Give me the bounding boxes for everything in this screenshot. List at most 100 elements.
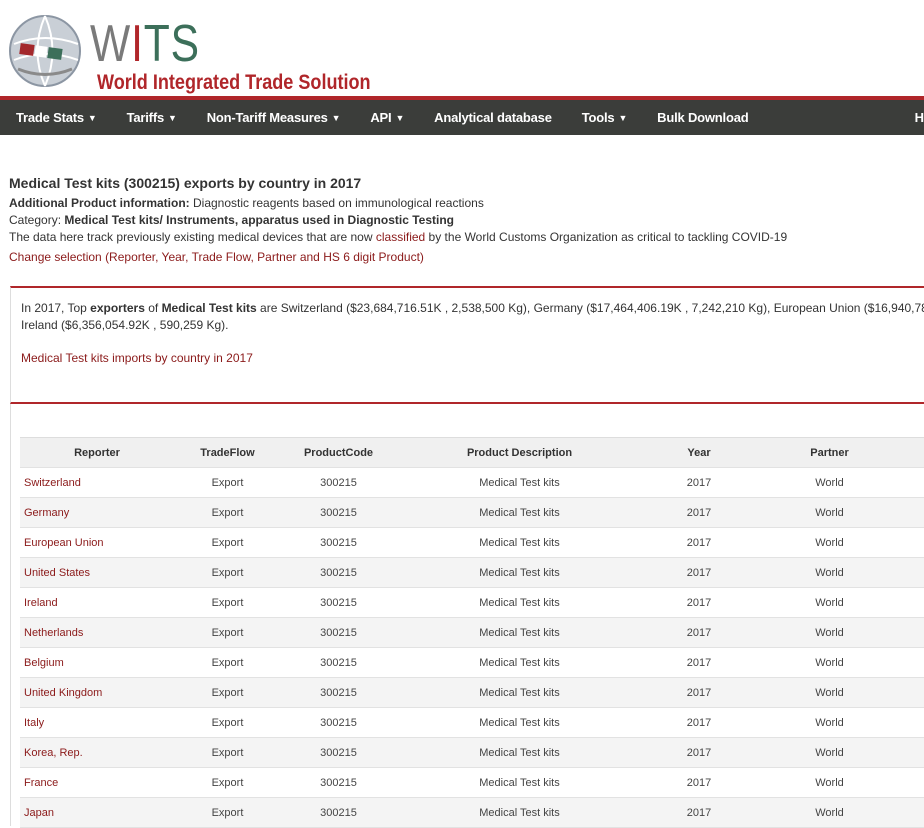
caret-down-icon: ▼ [618,113,628,123]
category-label: Category: [9,213,65,227]
header-year[interactable]: Year [643,447,755,459]
cell-partner: World [815,716,844,729]
cell-partner: World [815,626,844,639]
cell-partner: World [815,506,844,519]
cell-year: 2017 [686,686,712,699]
cell-reporter[interactable]: United Kingdom [20,687,174,699]
additional-info-value: Diagnostic reagents based on immunologic… [189,196,484,210]
wits-globe-icon[interactable] [8,14,82,88]
table-row: European Union Export 300215 Medical Test k… [20,528,924,558]
cell-productcode: 300215 [320,656,357,669]
cell-product-description: Medical Test kits [479,476,560,489]
cell-productcode: 300215 [320,596,357,609]
cell-reporter[interactable]: European Union [20,537,174,549]
table-header-row: Reporter TradeFlow ProductCode Product D… [20,438,924,468]
cell-reporter[interactable]: Japan [20,807,174,819]
cell-tradeflow: Export [211,806,244,819]
cell-product-description: Medical Test kits [479,566,560,579]
cell-product-description: Medical Test kits [479,506,560,519]
covid-note: The data here track previously existing … [9,230,787,244]
nav-tools[interactable]: Tools ▼ [582,110,641,125]
nav-tariffs[interactable]: Tariffs ▼ [127,110,191,125]
table-row: Korea, Rep. Export 300215 Medical Test kits… [20,738,924,768]
cell-tradeflow: Export [211,626,244,639]
cell-productcode: 300215 [320,776,357,789]
wits-logo-text[interactable]: WITS [90,16,200,72]
cell-product-description: Medical Test kits [479,536,560,549]
cell-reporter[interactable]: Italy [20,717,174,729]
cell-product-description: Medical Test kits [479,596,560,609]
imports-link[interactable]: Medical Test kits imports by country in … [21,351,253,365]
header-productcode[interactable]: ProductCode [281,447,396,459]
logo-subtitle[interactable]: World Integrated Trade Solution [97,71,371,95]
cell-tradeflow: Export [211,686,244,699]
header-reporter[interactable]: Reporter [20,447,174,459]
cell-productcode: 300215 [320,566,357,579]
cell-year: 2017 [686,536,712,549]
cell-tradeflow: Export [211,746,244,759]
nav-overflow-item[interactable]: H [915,110,924,125]
cell-reporter[interactable]: Switzerland [20,477,174,489]
nav-label: Non-Tariff Measures [206,110,328,125]
additional-info: Additional Product information: Diagnost… [9,196,484,210]
cell-reporter[interactable]: Korea, Rep. [20,747,174,759]
caret-down-icon: ▼ [395,113,405,123]
nav-label: Trade Stats [16,110,84,125]
cell-productcode: 300215 [320,626,357,639]
cell-partner: World [815,746,844,759]
nav-bulk-download[interactable]: Bulk Download [657,110,762,125]
table-row: Ireland Export 300215 Medical Test kits 2017… [20,588,924,618]
cell-reporter[interactable]: Netherlands [20,627,174,639]
table-row: United States Export 300215 Medical Test ki… [20,558,924,588]
summary-of: of [144,301,162,315]
cell-partner: World [815,806,844,819]
table-row: Belgium Export 300215 Medical Test kits 2017… [20,648,924,678]
cell-reporter[interactable]: Germany [20,507,174,519]
cell-year: 2017 [686,626,712,639]
classified-link[interactable]: classified [376,230,425,244]
cell-tradeflow: Export [211,536,244,549]
logo-letter-i: I [131,15,144,73]
cell-year: 2017 [686,746,712,759]
cell-year: 2017 [686,806,712,819]
cell-reporter[interactable]: Belgium [20,657,174,669]
logo-letter-w: W [90,15,132,73]
nav-label: Analytical database [434,110,552,125]
header-partner[interactable]: Partner [755,447,904,459]
table-row: France Export 300215 Medical Test kits 2017 W… [20,768,924,798]
cell-year: 2017 [686,656,712,669]
cell-productcode: 300215 [320,746,357,759]
main-nav: Trade Stats ▼ Tariffs ▼ Non-Tariff Measure… [0,96,924,135]
cell-tradeflow: Export [211,476,244,489]
logo-letter-s: S [170,15,200,73]
nav-label: Tools [581,110,615,125]
covid-note-text-end: by the World Customs Organization as cri… [425,230,788,244]
category-info: Category: Medical Test kits/ Instruments… [9,213,454,227]
table-row: Japan Export 300215 Medical Test kits 2017 Wo… [20,798,924,828]
cell-reporter[interactable]: Ireland [20,597,174,609]
nav-trade-stats[interactable]: Trade Stats ▼ [16,110,111,125]
cell-productcode: 300215 [320,506,357,519]
cell-partner: World [815,686,844,699]
cell-tradeflow: Export [211,656,244,669]
change-selection-link[interactable]: Change selection (Reporter, Year, Trade … [9,250,424,264]
cell-productcode: 300215 [320,806,357,819]
summary-text: In 2017, Top exporters of Medical Test k… [21,300,924,334]
cell-partner: World [815,596,844,609]
caret-down-icon: ▼ [87,113,97,123]
table-row: Germany Export 300215 Medical Test kits 2017… [20,498,924,528]
content-divider [10,404,11,826]
nav-api[interactable]: API ▼ [370,110,418,125]
exports-table: Reporter TradeFlow ProductCode Product D… [20,437,924,828]
cell-reporter[interactable]: United States [20,567,174,579]
table-body: Switzerland Export 300215 Medical Test kits… [20,468,924,828]
header-product-description[interactable]: Product Description [396,447,643,459]
cell-productcode: 300215 [320,536,357,549]
cell-product-description: Medical Test kits [479,656,560,669]
nav-non-tariff-measures[interactable]: Non-Tariff Measures ▼ [207,110,355,125]
header-tradeflow[interactable]: TradeFlow [174,447,281,459]
nav-analytical-database[interactable]: Analytical database [434,110,566,125]
cell-reporter[interactable]: France [20,777,174,789]
nav-label: Bulk Download [657,110,749,125]
cell-product-description: Medical Test kits [479,686,560,699]
